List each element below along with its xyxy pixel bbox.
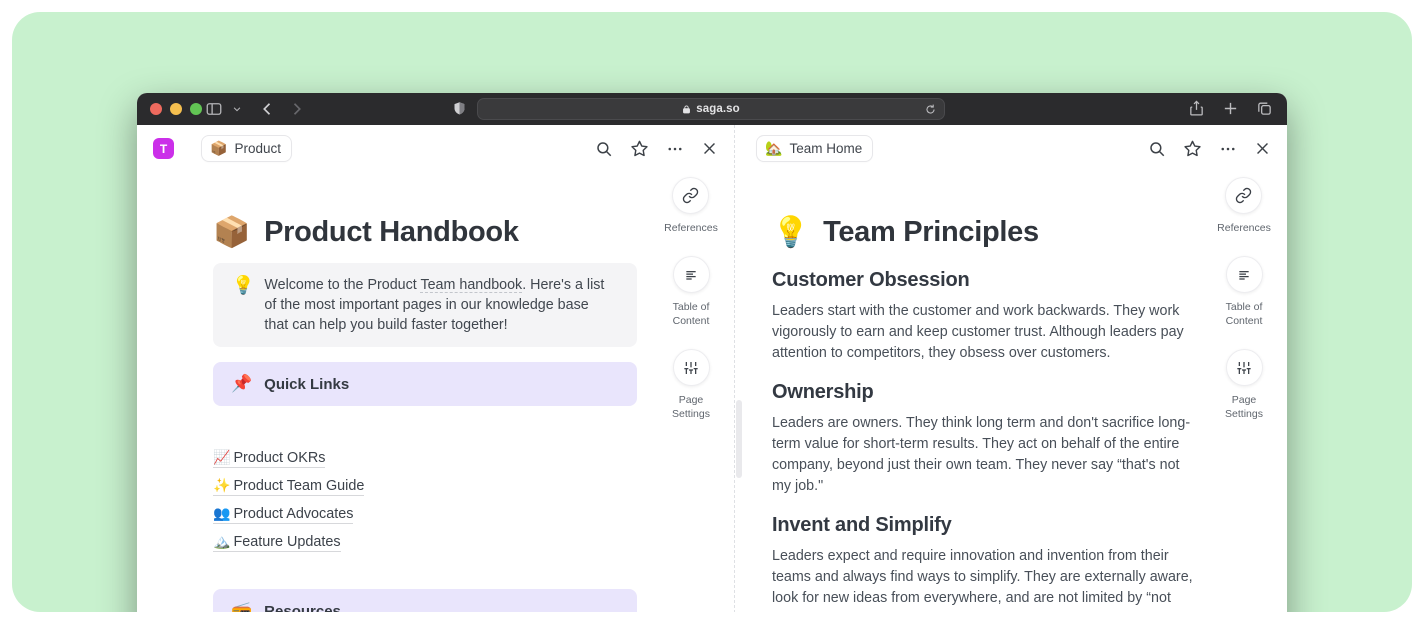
- link-icon: [672, 177, 709, 214]
- search-icon[interactable]: [595, 140, 613, 158]
- breadcrumb-product[interactable]: 📦 Product: [201, 135, 292, 162]
- chevron-down-icon[interactable]: [232, 104, 242, 114]
- more-options-icon[interactable]: [666, 140, 684, 158]
- align-left-icon: [673, 256, 710, 293]
- new-tab-icon[interactable]: [1222, 100, 1239, 117]
- package-icon: 📦: [210, 140, 227, 157]
- list-item: ✨Product Team Guide: [213, 472, 637, 500]
- quick-links-list: 📈Product OKRs ✨Product Team Guide 👥Produ…: [213, 444, 637, 556]
- browser-window: saga.so: [137, 93, 1287, 612]
- bulb-icon: 💡: [772, 215, 809, 250]
- busts-icon: 👥: [213, 505, 230, 522]
- section-heading: Customer Obsession: [772, 269, 1202, 292]
- resources-section[interactable]: 📻 Resources: [213, 589, 637, 612]
- list-item: 📈Product OKRs: [213, 444, 637, 472]
- link-feature-updates[interactable]: 🏔️Feature Updates: [213, 533, 341, 552]
- toolbar-right-icons: [1188, 100, 1273, 117]
- quick-links-section[interactable]: 📌 Quick Links: [213, 362, 637, 406]
- traffic-lights: [150, 103, 202, 115]
- pane-product: T 📦 Product: [137, 125, 735, 612]
- align-left-icon: [1226, 256, 1263, 293]
- section-heading: Invent and Simplify: [772, 514, 1202, 537]
- breadcrumb-team-home[interactable]: 🏡 Team Home: [756, 135, 873, 162]
- breadcrumb-label: Product: [234, 141, 281, 156]
- link-product-advocates[interactable]: 👥Product Advocates: [213, 505, 353, 524]
- link-product-team-guide[interactable]: ✨Product Team Guide: [213, 477, 364, 496]
- scrollbar-thumb[interactable]: [736, 400, 742, 478]
- section-body: Leaders expect and require innovation an…: [772, 546, 1202, 612]
- link-icon: [1225, 177, 1262, 214]
- pane-team-home: 🏡 Team Home Reference: [735, 125, 1287, 612]
- sidebar-toggle-icon[interactable]: [205, 100, 223, 118]
- pushpin-icon: 📌: [231, 374, 252, 394]
- callout-text: Welcome to the Product Team handbook. He…: [264, 275, 609, 335]
- right-side-rail: References Table of Content Page Setting…: [1206, 177, 1282, 442]
- section-heading: Ownership: [772, 381, 1202, 404]
- left-pane-header: T 📦 Product: [137, 125, 734, 172]
- page-title: 📦 Product Handbook: [213, 215, 637, 250]
- table-of-content-button[interactable]: Table of Content: [662, 256, 720, 328]
- bulb-icon: 💡: [232, 275, 254, 335]
- house-garden-icon: 🏡: [765, 140, 782, 157]
- team-handbook-reference[interactable]: Team handbook: [420, 277, 522, 293]
- privacy-shield-icon[interactable]: [452, 99, 467, 118]
- close-pane-icon[interactable]: [1254, 140, 1271, 157]
- minimize-window-button[interactable]: [170, 103, 182, 115]
- left-header-actions: [595, 139, 718, 158]
- tab-overview-icon[interactable]: [1256, 100, 1273, 117]
- welcome-callout: 💡 Welcome to the Product Team handbook. …: [213, 263, 637, 347]
- right-pane-header: 🏡 Team Home: [735, 125, 1287, 172]
- table-of-content-button[interactable]: Table of Content: [1215, 256, 1273, 328]
- link-product-okrs[interactable]: 📈Product OKRs: [213, 449, 325, 468]
- close-window-button[interactable]: [150, 103, 162, 115]
- favorite-star-icon[interactable]: [1183, 139, 1202, 158]
- forward-button[interactable]: [287, 100, 305, 118]
- list-item: 👥Product Advocates: [213, 500, 637, 528]
- product-handbook-document: 📦 Product Handbook 💡 Welcome to the Prod…: [213, 215, 637, 612]
- workspace-avatar[interactable]: T: [153, 138, 174, 159]
- screenshot-stage: saga.so: [0, 0, 1424, 624]
- green-backdrop: saga.so: [12, 12, 1412, 612]
- sliders-icon: [1226, 349, 1263, 386]
- reload-icon[interactable]: [924, 103, 937, 116]
- address-bar[interactable]: saga.so: [477, 98, 945, 120]
- section-body: Leaders start with the customer and work…: [772, 301, 1202, 364]
- page-title: 💡 Team Principles: [772, 215, 1202, 250]
- mountain-icon: 🏔️: [213, 533, 230, 550]
- list-item: 🏔️Feature Updates: [213, 528, 637, 556]
- sliders-icon: [673, 349, 710, 386]
- share-icon[interactable]: [1188, 100, 1205, 117]
- page-settings-button[interactable]: Page Settings: [1215, 349, 1273, 421]
- team-principles-document: 💡 Team Principles Customer Obsession Lea…: [772, 215, 1202, 612]
- chart-increasing-icon: 📈: [213, 449, 230, 466]
- package-icon: 📦: [213, 215, 250, 250]
- references-button[interactable]: References: [664, 177, 718, 235]
- browser-toolbar: saga.so: [137, 93, 1287, 125]
- more-options-icon[interactable]: [1219, 140, 1237, 158]
- zoom-window-button[interactable]: [190, 103, 202, 115]
- saga-app: T 📦 Product: [137, 125, 1287, 612]
- favorite-star-icon[interactable]: [630, 139, 649, 158]
- sparkles-icon: ✨: [213, 477, 230, 494]
- close-pane-icon[interactable]: [701, 140, 718, 157]
- radio-icon: 📻: [231, 601, 252, 612]
- references-button[interactable]: References: [1217, 177, 1271, 235]
- search-icon[interactable]: [1148, 140, 1166, 158]
- right-header-actions: [1148, 139, 1271, 158]
- left-side-rail: References Table of Content Page Setting…: [653, 177, 729, 442]
- page-settings-button[interactable]: Page Settings: [662, 349, 720, 421]
- section-body: Leaders are owners. They think long term…: [772, 413, 1202, 497]
- url-text: saga.so: [696, 103, 740, 115]
- back-button[interactable]: [259, 100, 277, 118]
- lock-icon: [682, 104, 691, 115]
- breadcrumb-label: Team Home: [789, 141, 862, 156]
